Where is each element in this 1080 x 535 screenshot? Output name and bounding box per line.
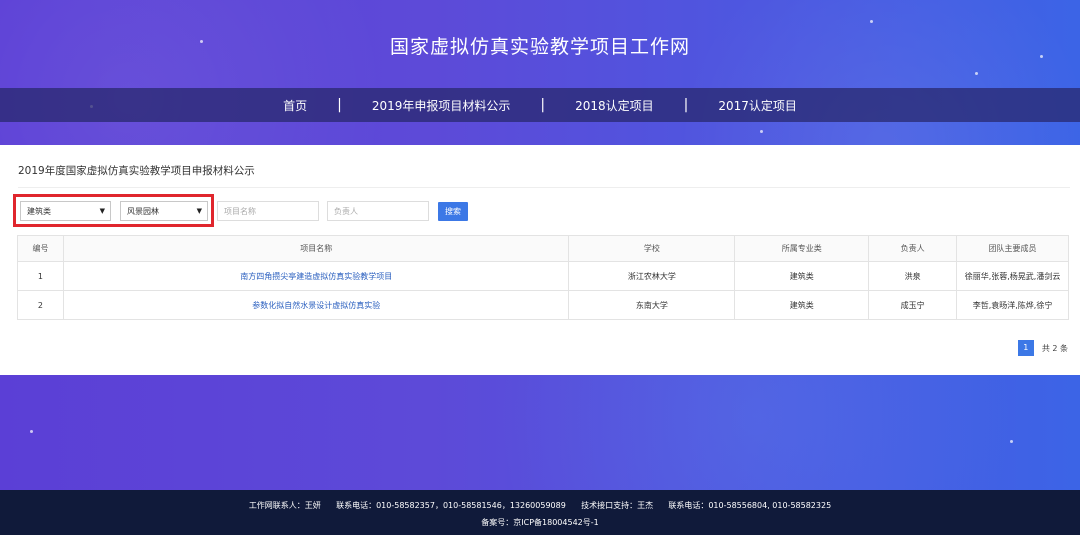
cell-school: 浙江农林大学 [568,261,736,291]
cell-team: 李哲,袁旸洋,陈烨,徐宁 [956,290,1069,320]
main-nav: 首页 | 2019年申报项目材料公示 | 2018认定项目 | 2017认定项目 [0,88,1080,122]
panel-title: 2019年度国家虚拟仿真实验教学项目申报材料公示 [18,165,255,177]
col-header-leader: 负责人 [868,235,958,262]
col-header-team: 团队主要成员 [956,235,1069,262]
divider [18,187,1070,188]
col-header-school: 学校 [568,235,736,262]
nav-2019-materials[interactable]: 2019年申报项目材料公示 [342,97,541,114]
site-title: 国家虚拟仿真实验教学项目工作网 [389,36,690,58]
cell-team: 徐丽华,张蓉,杨晃武,潘剑云 [956,261,1069,291]
cell-leader: 成玉宁 [868,290,958,320]
col-header-project-name: 项目名称 [62,235,570,262]
cell-major: 建筑类 [734,290,870,320]
page-1-button[interactable]: 1 [1017,340,1034,356]
total-count: 共 2 条 [1041,343,1068,353]
cell-project-link[interactable]: 南方四角攒尖亭建造虚拟仿真实验教学项目 [62,261,570,291]
category-select[interactable]: 建筑类 ▼ [20,201,111,221]
footer: 工作网联系人：王妍 联系电话：010-58582357，010-58581546… [0,490,1080,535]
nav-home[interactable]: 首页 [253,97,337,114]
pagination: 1 共 2 条 [1017,340,1068,356]
cell-number: 1 [17,261,64,291]
nav-2017-projects[interactable]: 2017认定项目 [688,97,827,114]
col-header-number: 编号 [17,235,64,262]
dropdown-arrow-icon: ▼ [196,207,202,215]
nav-2018-projects[interactable]: 2018认定项目 [545,97,684,114]
subcategory-select-value: 风景园林 [127,207,159,216]
dropdown-arrow-icon: ▼ [99,207,105,215]
col-header-major: 所属专业类 [734,235,870,262]
projects-table: 编号 项目名称 学校 所属专业类 负责人 团队主要成员 1 南方四角攒尖亭建造虚… [17,235,1069,320]
table-row: 2 参数化拟自然水景设计虚拟仿真实验 东南大学 建筑类 成玉宁 李哲,袁旸洋,陈… [17,290,1069,320]
footer-contacts: 工作网联系人：王妍 联系电话：010-58582357，010-58581546… [248,501,832,510]
content-panel: 2019年度国家虚拟仿真实验教学项目申报材料公示 建筑类 ▼ 风景园林 ▼ 项目… [0,145,1080,375]
leader-input[interactable]: 负责人 [327,201,429,221]
cell-major: 建筑类 [734,261,870,291]
cell-leader: 洪泉 [868,261,958,291]
search-button[interactable]: 搜索 [438,202,468,221]
category-select-value: 建筑类 [27,207,51,216]
cell-number: 2 [17,290,64,320]
table-header-row: 编号 项目名称 学校 所属专业类 负责人 团队主要成员 [17,235,1069,262]
subcategory-select[interactable]: 风景园林 ▼ [120,201,208,221]
cell-school: 东南大学 [568,290,736,320]
table-row: 1 南方四角攒尖亭建造虚拟仿真实验教学项目 浙江农林大学 建筑类 洪泉 徐丽华,… [17,261,1069,291]
project-name-input[interactable]: 项目名称 [217,201,319,221]
footer-icp: 备案号：京ICP备18004542号-1 [481,518,599,527]
cell-project-link[interactable]: 参数化拟自然水景设计虚拟仿真实验 [62,290,570,320]
